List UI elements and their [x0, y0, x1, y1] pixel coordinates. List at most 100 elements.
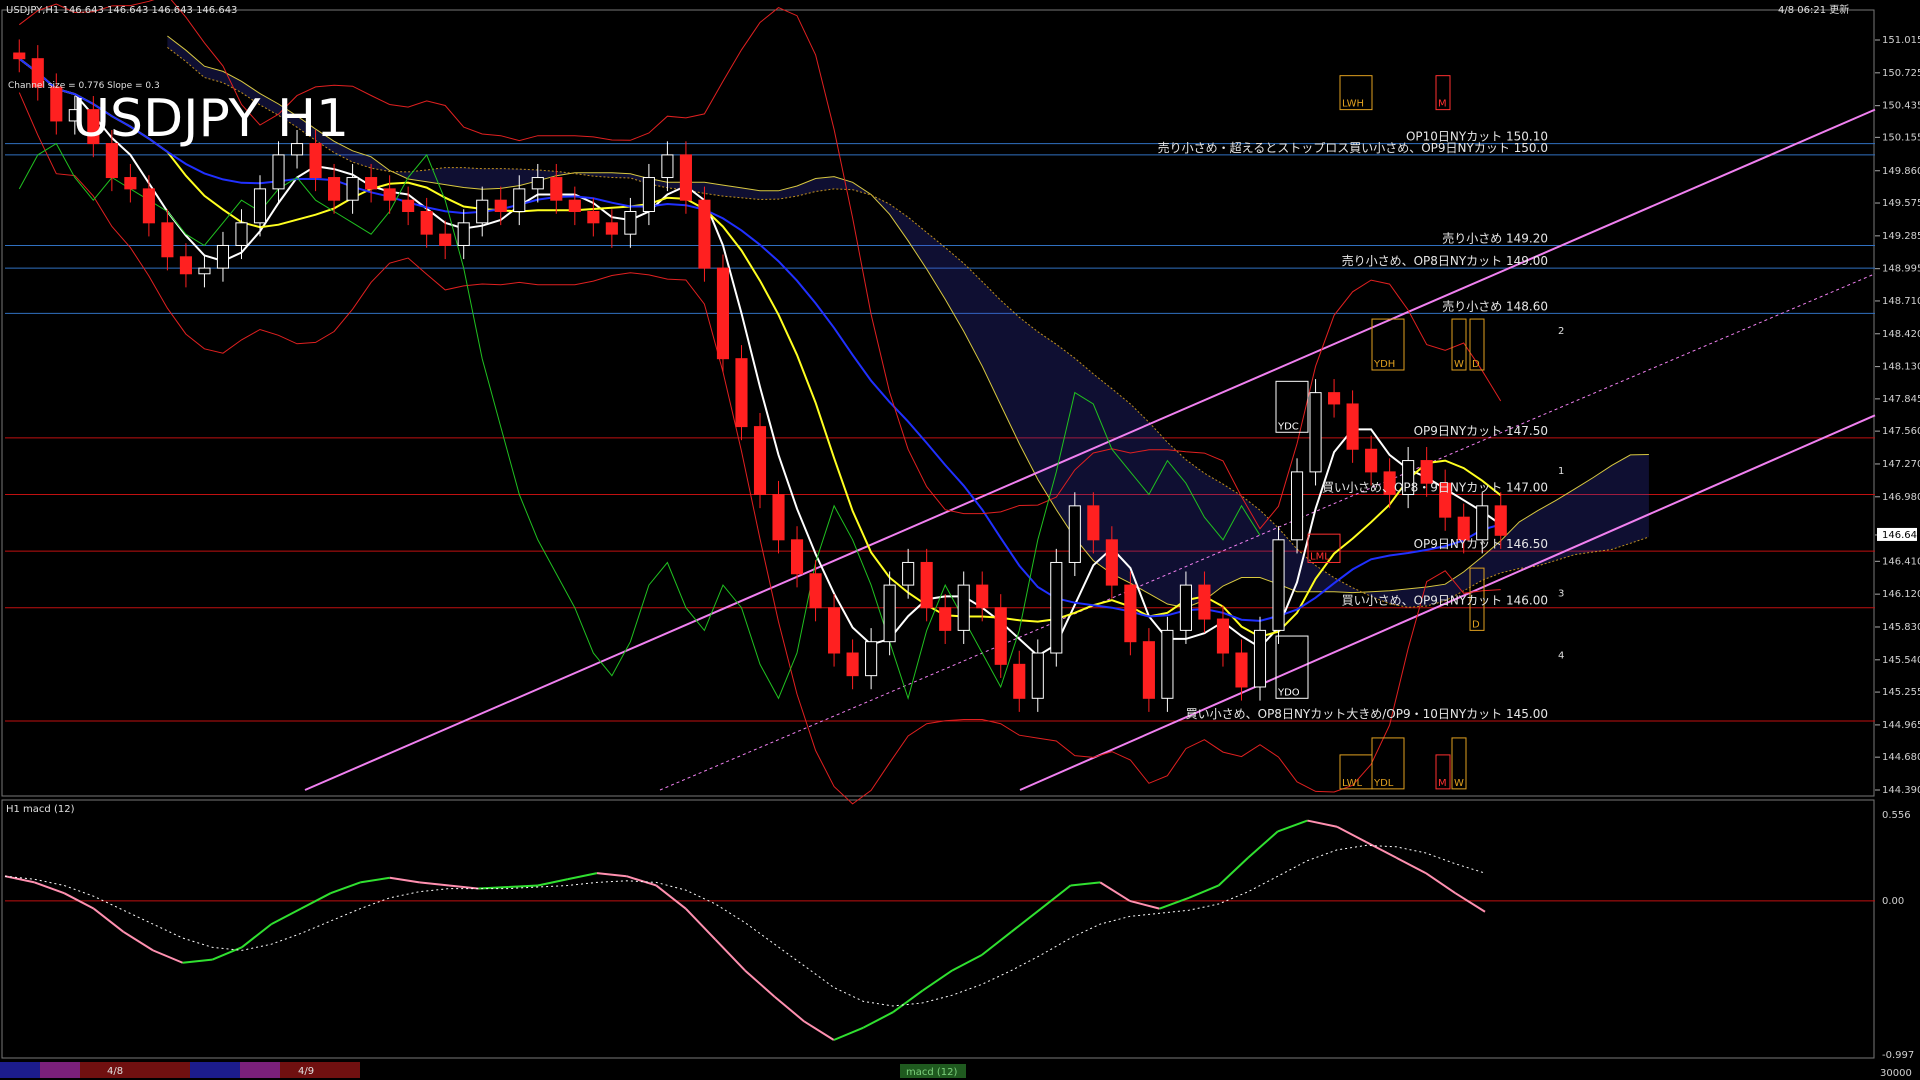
candle-body-57 — [1068, 505, 1081, 563]
y-tick-label-20: 145.255 — [1882, 687, 1920, 698]
y-tick-label-19: 145.540 — [1882, 655, 1920, 666]
macd-tick-label-1: 0.00 — [1882, 896, 1904, 907]
y-tick-label-12: 147.560 — [1882, 426, 1920, 437]
macd-scale-bottom: 30000 — [1880, 1068, 1912, 1079]
candle-body-13 — [253, 188, 267, 224]
candle-body-80 — [1494, 505, 1507, 536]
candle-body-24 — [457, 222, 470, 246]
level-label-3: 売り小さめ、OP8日NYカット 149.00 — [1342, 253, 1548, 268]
candle-body-23 — [439, 233, 452, 246]
candle-body-27 — [513, 188, 526, 213]
date-label-4-8: 4/8 — [107, 1066, 123, 1077]
candle-body-71 — [1328, 392, 1341, 405]
ref-box-label-5: YDC — [1277, 421, 1299, 432]
y-tick-label-0: 151.015 — [1882, 35, 1920, 46]
y-tick-label-16: 146.410 — [1882, 556, 1920, 567]
y-tick-label-5: 149.575 — [1882, 198, 1920, 209]
y-tick-label-6: 149.285 — [1882, 231, 1920, 242]
candle-body-61 — [1142, 641, 1155, 699]
candle-body-32 — [605, 222, 618, 235]
candle-body-55 — [1031, 652, 1044, 699]
projection-label-0: 1 — [1558, 466, 1564, 477]
y-tick-label-17: 146.120 — [1882, 589, 1920, 600]
ref-box-label-12: M — [1438, 778, 1447, 789]
candle-body-37 — [698, 199, 711, 269]
candle-body-40 — [753, 426, 767, 496]
candle-body-47 — [883, 584, 896, 643]
candle-body-59 — [1105, 539, 1118, 586]
macd-tick-label-0: 0.556 — [1882, 810, 1911, 821]
y-tick-label-11: 147.845 — [1882, 394, 1920, 405]
candle-body-43 — [809, 573, 822, 609]
y-tick-label-22: 144.680 — [1882, 752, 1920, 763]
candle-body-33 — [624, 211, 637, 235]
candle-body-34 — [642, 177, 655, 213]
candle-body-9 — [179, 256, 192, 275]
y-tick-label-1: 150.725 — [1882, 68, 1920, 79]
candle-body-2 — [50, 86, 63, 122]
y-tick-label-13: 147.270 — [1882, 459, 1920, 470]
candle-body-31 — [587, 211, 600, 224]
candle-body-30 — [568, 199, 581, 213]
candle-body-25 — [476, 199, 489, 224]
y-tick-label-2: 150.435 — [1882, 101, 1920, 112]
chart-title: USDJPY H1 — [72, 89, 349, 149]
candle-body-0 — [13, 52, 26, 60]
candle-body-11 — [216, 244, 230, 269]
candle-body-8 — [161, 222, 174, 258]
candle-body-22 — [420, 211, 433, 235]
y-tick-label-7: 148.995 — [1882, 264, 1920, 275]
candle-body-29 — [550, 177, 563, 201]
level-label-1: 売り小さめ・超えるとストップロス買い小さめ、OP9日NYカット 150.0 — [1158, 140, 1548, 155]
candle-body-17 — [328, 177, 341, 201]
y-tick-label-8: 148.710 — [1882, 296, 1920, 307]
level-label-7: OP9日NYカット 146.50 — [1414, 537, 1548, 551]
candle-body-79 — [1476, 505, 1489, 541]
timestamp: 4/8 06:21 更新 — [1778, 3, 1849, 16]
candle-body-18 — [346, 177, 359, 201]
candle-body-62 — [1161, 629, 1174, 699]
candle-body-58 — [1087, 505, 1100, 541]
candle-body-42 — [790, 539, 804, 575]
candle-body-6 — [124, 177, 137, 190]
candle-body-52 — [976, 584, 989, 609]
ref-box-label-2: YDH — [1373, 359, 1395, 370]
level-label-4: 売り小さめ 148.60 — [1442, 298, 1548, 313]
candle-body-70 — [1309, 392, 1322, 473]
candle-body-63 — [1179, 584, 1192, 631]
y-tick-label-18: 145.830 — [1882, 622, 1920, 633]
ref-box-label-11: LWL — [1342, 778, 1363, 789]
candle-body-67 — [1253, 629, 1267, 688]
candle-body-7 — [142, 188, 155, 224]
candle-body-49 — [920, 561, 933, 609]
y-tick-label-10: 148.130 — [1882, 362, 1920, 373]
projection-label-3: 4 — [1558, 651, 1564, 662]
level-label-6: 買い小さめ、OP8・9日NYカット 147.00 — [1322, 481, 1548, 495]
y-tick-label-9: 148.420 — [1882, 329, 1920, 340]
candle-body-50 — [939, 607, 952, 631]
candle-body-51 — [957, 584, 970, 631]
candle-body-64 — [1198, 584, 1211, 620]
ref-box-label-8: YDO — [1277, 687, 1300, 698]
projection-label-1: 2 — [1558, 326, 1564, 337]
candle-body-73 — [1365, 448, 1378, 473]
y-tick-label-15: 146.643 — [1882, 530, 1920, 541]
candle-body-54 — [1013, 663, 1026, 699]
ref-box-label-0: LWH — [1342, 99, 1364, 110]
candle-body-45 — [846, 652, 859, 677]
y-tick-label-4: 149.860 — [1882, 166, 1920, 177]
candle-body-65 — [1216, 618, 1230, 654]
candle-body-72 — [1346, 403, 1359, 450]
ref-box-label-6: LML — [1310, 551, 1330, 562]
candle-body-60 — [1124, 584, 1137, 643]
usdjpy-chart: LWH MYDH W DYDCLMLDYDOYDL WLWL M 0.5560.00-0.… — [0, 0, 1920, 1080]
candle-body-53 — [994, 607, 1007, 665]
candle-body-12 — [235, 222, 248, 246]
candle-body-14 — [272, 154, 285, 190]
candle-body-48 — [902, 561, 915, 586]
y-tick-label-23: 144.390 — [1882, 785, 1920, 796]
y-tick-label-21: 144.965 — [1882, 720, 1920, 731]
date-label-4-9: 4/9 — [298, 1066, 314, 1077]
level-label-8: 買い小さめ、OP9日NYカット 146.00 — [1342, 594, 1548, 608]
candle-body-36 — [679, 154, 692, 201]
